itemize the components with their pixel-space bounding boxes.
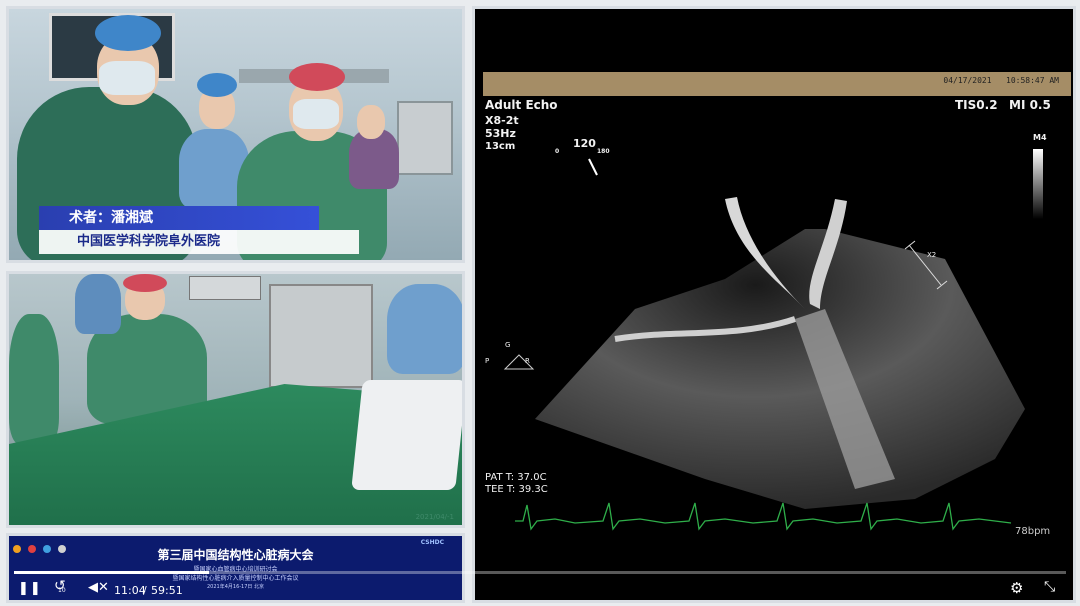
assistant-figure [9,314,59,444]
duration: 59:51 [151,584,183,597]
cshdc-logo: CSHDC [420,539,444,546]
surgical-mask [99,61,155,95]
conference-title: 第三届中国结构性心脏病大会 [157,548,314,562]
progress-fill [14,571,209,574]
exit-fullscreen-icon[interactable]: ⤡ [1044,579,1055,595]
video-controls: ❚❚ ↺ 10 ◀✕ 11:04 / 59:51 ⚙ ⤡ [0,571,1080,606]
echocardiography-view: 04/17/2021 10:58:47 AM Adult Echo X8-2t … [472,6,1076,603]
settings-icon[interactable]: ⚙ [1010,579,1023,597]
portable-screen [351,380,462,490]
equipment-display [189,276,261,300]
surgical-cap [95,15,161,51]
surgeon-camera-view: 术者：潘湘斌 中国医学科学院阜外医院 [6,6,465,263]
angle-indicator-needle [588,158,598,176]
hospital-caption: 中国医学科学院阜外医院 [39,230,359,254]
patterned-cap [123,274,167,292]
caliper-end [904,240,916,250]
camera-timestamp: 2021/04/-1 [415,513,454,521]
staff-figure-back [75,274,121,334]
pause-icon[interactable]: ❚❚ [18,581,42,596]
rewind-10-icon[interactable]: ↺ 10 [54,578,66,594]
caliper-label: X2 [927,251,937,259]
patterned-surgical-cap [289,63,345,91]
nurse-face [357,105,385,139]
orientation-r: R [525,357,530,365]
echo-sector-image [503,158,1025,531]
medical-equipment [397,101,453,175]
staff-figure [387,284,462,374]
progress-track[interactable] [14,571,1066,574]
staff-cap [197,73,237,97]
surgeon-name-caption: 术者：潘湘斌 [39,206,319,230]
heart-rate: 78bpm [1015,526,1051,537]
rewind-label: 10 [58,587,66,594]
ultrasound-sector [535,229,1025,509]
volume-icon[interactable]: ◀✕ [88,580,109,595]
orientation-p: P [485,357,490,365]
orientation-g: G [505,341,511,349]
time-separator: / [143,584,147,597]
main-surgeon-mask [293,99,339,129]
ecg-trace [515,502,1012,531]
tee-temperature: TEE T: 39.3C [485,484,548,495]
current-time: 11:04 [114,584,146,597]
operating-table-camera-view: 2021/04/-1 [6,271,465,528]
equipment-cart [269,284,373,388]
